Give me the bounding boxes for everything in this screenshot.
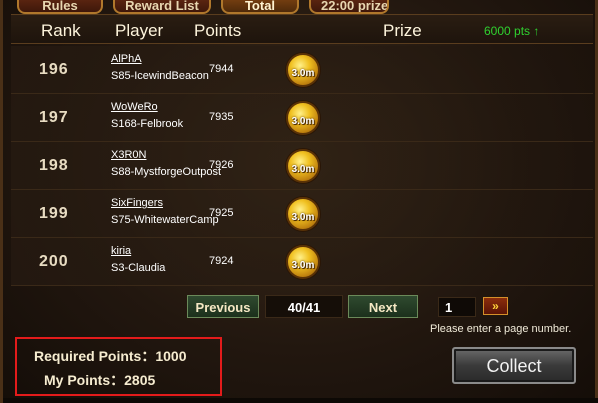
- next-page-button[interactable]: Next: [348, 295, 418, 318]
- table-row: 198 X3R0N S88-MystforgeOutpost 7926 3.0m: [11, 142, 593, 190]
- header-rank: Rank: [41, 21, 81, 40]
- player-name-link[interactable]: X3R0N: [111, 149, 146, 161]
- row-rank: 200: [39, 253, 69, 270]
- page-indicator: 40/41: [265, 295, 343, 318]
- player-server: S168-Felbrook: [111, 118, 184, 130]
- ranking-list: 196 AlPhA S85-IcewindBeacon 7944 3.0m 19…: [11, 46, 593, 286]
- points-summary: Required Points：1000 My Points：2805: [15, 337, 222, 396]
- tab-bar: Rules Reward List Total 22:00 prize: [3, 0, 598, 14]
- player-server: S3-Claudia: [111, 262, 166, 274]
- go-to-page-button[interactable]: »: [483, 297, 508, 315]
- tab-total[interactable]: Total: [221, 0, 299, 14]
- player-server: S85-IcewindBeacon: [111, 70, 209, 82]
- player-name-link[interactable]: SixFingers: [111, 197, 163, 209]
- gold-coin-icon: 3.0m: [286, 53, 320, 87]
- prize-amount: 3.0m: [291, 260, 315, 271]
- table-row: 196 AlPhA S85-IcewindBeacon 7944 3.0m: [11, 46, 593, 94]
- table-row: 200 kiria S3-Claudia 7924 3.0m: [11, 238, 593, 286]
- row-rank: 196: [39, 61, 69, 78]
- prize-amount: 3.0m: [291, 212, 315, 223]
- row-points: 7944: [209, 63, 234, 75]
- ranking-panel: Rules Reward List Total 22:00 prize Rank…: [0, 0, 598, 403]
- row-points: 7926: [209, 159, 234, 171]
- row-points: 7924: [209, 255, 234, 267]
- my-points: My Points：2805: [44, 372, 156, 388]
- row-points: 7935: [209, 111, 234, 123]
- header-player: Player: [115, 21, 164, 40]
- tab-reward-list[interactable]: Reward List: [113, 0, 211, 14]
- prize-amount: 3.0m: [291, 164, 315, 175]
- player-name-link[interactable]: WoWeRo: [111, 101, 158, 113]
- tab-rules[interactable]: Rules: [17, 0, 103, 14]
- gold-coin-icon: 3.0m: [286, 245, 320, 279]
- header-points: Points: [194, 21, 242, 40]
- gold-coin-icon: 3.0m: [286, 149, 320, 183]
- player-server: S75-WhitewaterCamp: [111, 214, 219, 226]
- player-name-link[interactable]: kiria: [111, 245, 131, 257]
- row-points: 7925: [209, 207, 234, 219]
- prize-amount: 3.0m: [291, 68, 315, 79]
- points-threshold-label: 6000 pts ↑: [484, 24, 540, 38]
- gold-coin-icon: 3.0m: [286, 101, 320, 135]
- tab-prize-2200[interactable]: 22:00 prize: [309, 0, 389, 14]
- table-row: 197 WoWeRo S168-Felbrook 7935 3.0m: [11, 94, 593, 142]
- row-rank: 199: [39, 205, 69, 222]
- player-server: S88-MystforgeOutpost: [111, 166, 222, 178]
- page-hint: Please enter a page number.: [430, 323, 572, 335]
- required-points: Required Points：1000: [34, 348, 187, 364]
- row-rank: 198: [39, 157, 69, 174]
- page-number-input[interactable]: [438, 297, 476, 317]
- previous-page-button[interactable]: Previous: [187, 295, 259, 318]
- gold-coin-icon: 3.0m: [286, 197, 320, 231]
- header-prize: Prize: [383, 21, 422, 40]
- prize-amount: 3.0m: [291, 116, 315, 127]
- bottom-divider: [3, 398, 598, 403]
- table-header: Rank Player Points Prize 6000 pts ↑: [11, 14, 593, 44]
- table-row: 199 SixFingers S75-WhitewaterCamp 7925 3…: [11, 190, 593, 238]
- player-name-link[interactable]: AlPhA: [111, 53, 142, 65]
- row-rank: 197: [39, 109, 69, 126]
- collect-button[interactable]: Collect: [452, 347, 576, 384]
